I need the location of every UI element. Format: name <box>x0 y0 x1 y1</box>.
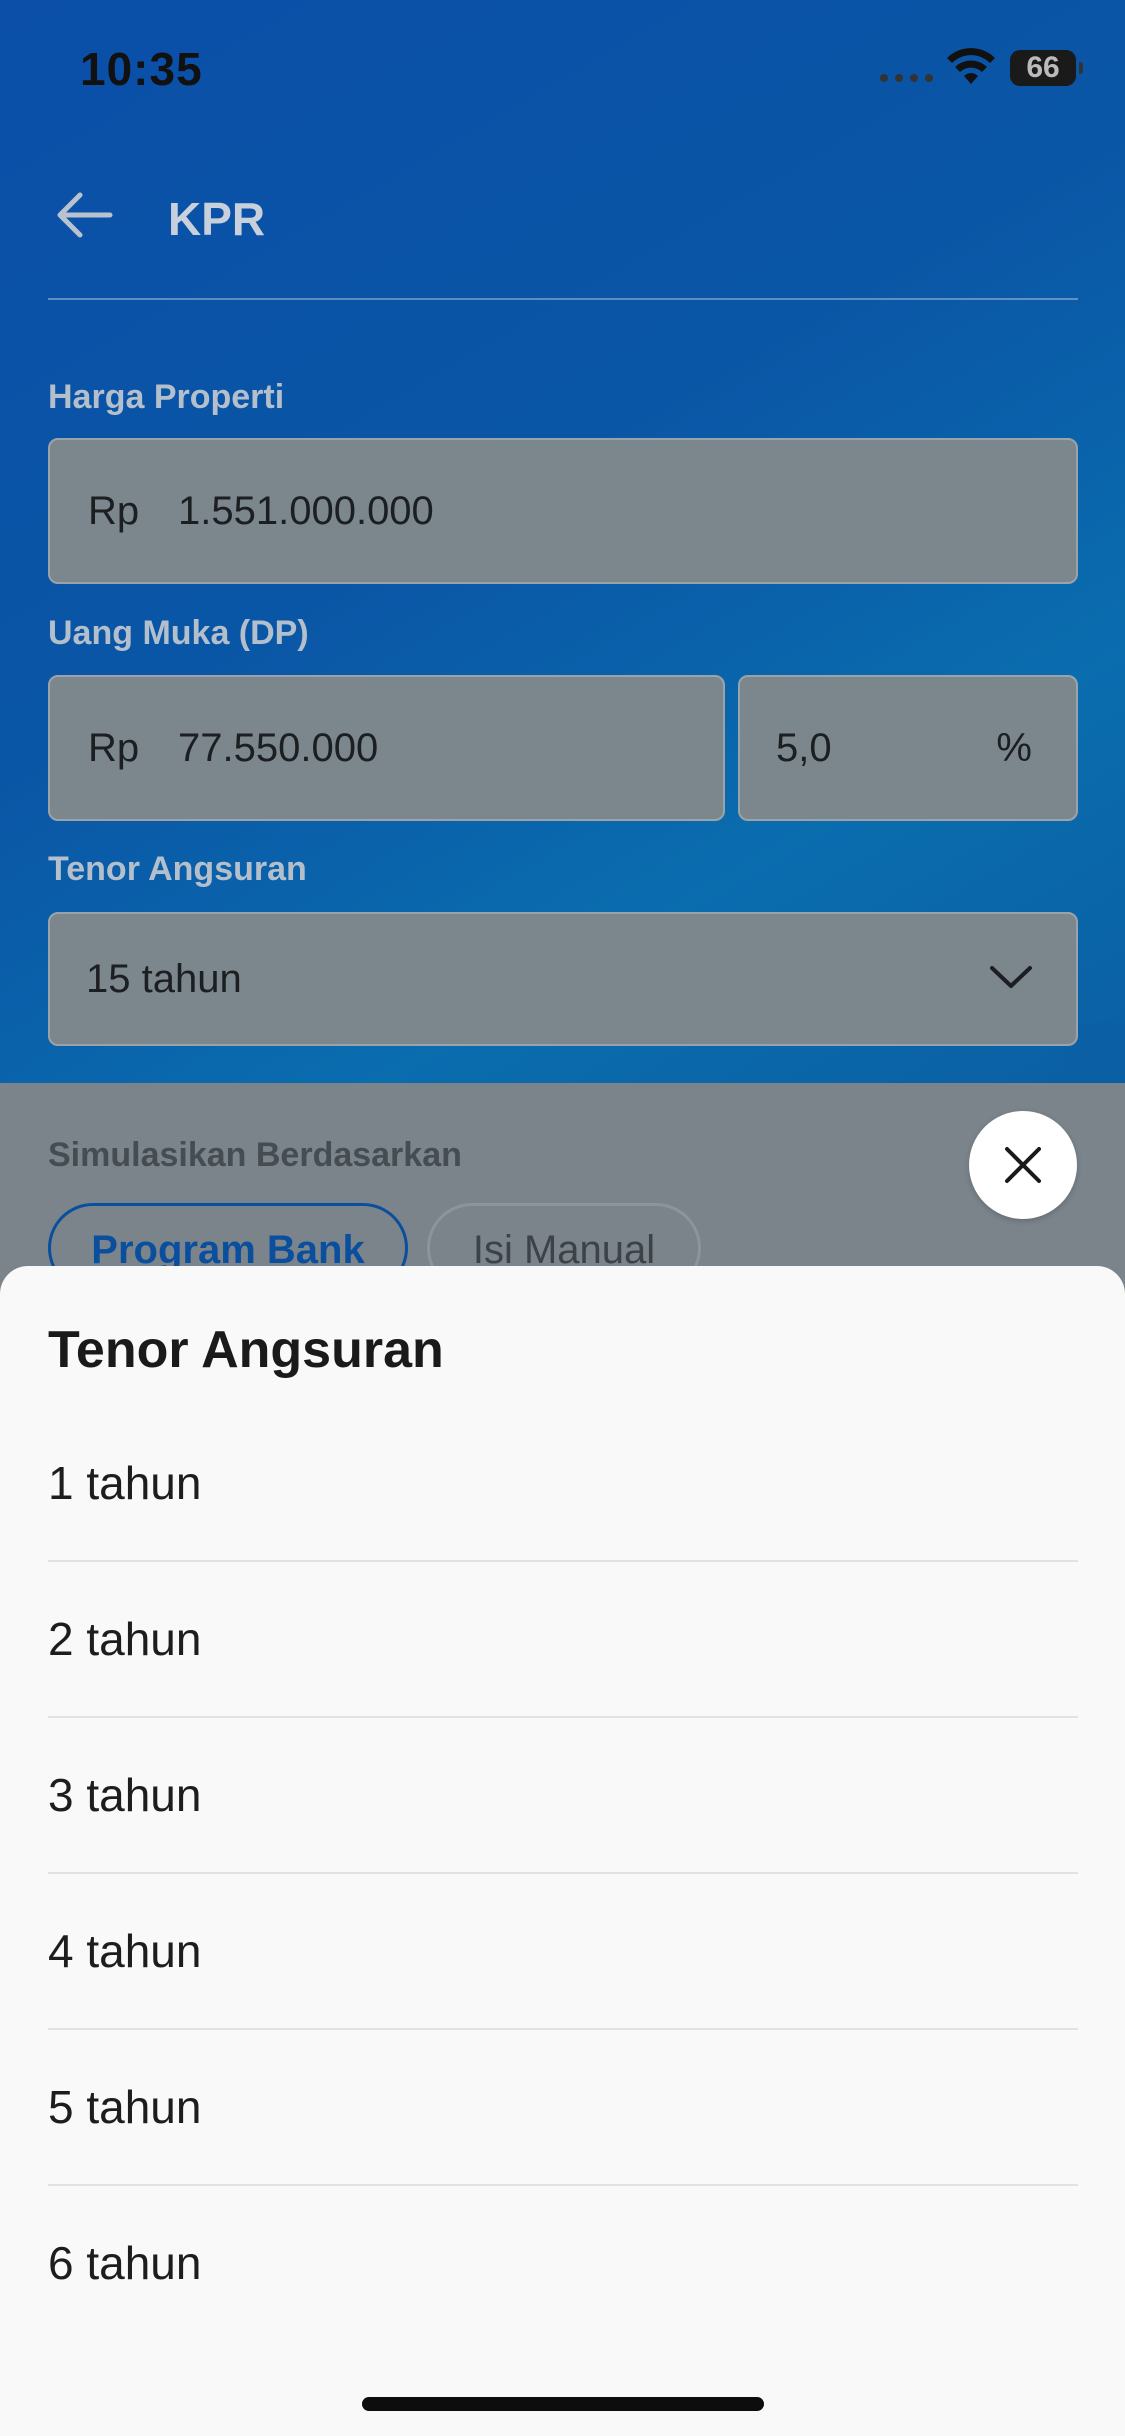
chevron-down-icon <box>990 966 1032 988</box>
uang-muka-percent-input[interactable]: 5,0 % <box>738 675 1078 821</box>
percent-unit: % <box>996 725 1032 770</box>
back-arrow-icon[interactable] <box>54 190 114 240</box>
tenor-select[interactable]: 15 tahun <box>48 912 1078 1046</box>
wifi-icon <box>947 48 995 84</box>
tenor-label: Tenor Angsuran <box>48 850 307 888</box>
status-time: 10:35 <box>80 43 203 95</box>
home-indicator[interactable] <box>362 2397 764 2411</box>
close-sheet-button[interactable] <box>969 1111 1077 1219</box>
tenor-option-1[interactable]: 1 tahun <box>48 1406 1078 1562</box>
status-bar: 10:35 66 <box>0 0 1125 140</box>
page-title: KPR <box>168 193 266 245</box>
close-icon <box>1005 1147 1041 1183</box>
harga-properti-value: 1.551.000.000 <box>178 488 434 533</box>
simulasi-label: Simulasikan Berdasarkan <box>48 1136 462 1174</box>
currency-prefix: Rp <box>88 725 140 770</box>
tenor-option-2[interactable]: 2 tahun <box>48 1562 1078 1718</box>
harga-properti-label: Harga Properti <box>48 378 285 416</box>
harga-properti-input[interactable]: Rp 1.551.000.000 <box>48 438 1078 584</box>
uang-muka-value: 77.550.000 <box>178 725 379 770</box>
tenor-bottom-sheet: Tenor Angsuran 1 tahun 2 tahun 3 tahun 4… <box>0 1266 1125 2436</box>
sheet-title: Tenor Angsuran <box>48 1321 444 1379</box>
currency-prefix: Rp <box>88 488 140 533</box>
tenor-option-5[interactable]: 5 tahun <box>48 2030 1078 2186</box>
uang-muka-label: Uang Muka (DP) <box>48 614 309 652</box>
battery-icon: 66 <box>1010 50 1083 86</box>
tenor-option-4[interactable]: 4 tahun <box>48 1874 1078 2030</box>
signal-icon <box>880 74 933 82</box>
tenor-option-3[interactable]: 3 tahun <box>48 1718 1078 1874</box>
header-divider <box>48 298 1078 300</box>
uang-muka-percent-value: 5,0 <box>776 725 832 770</box>
tenor-selected-value: 15 tahun <box>86 956 242 1001</box>
sheet-footer-mask <box>0 2282 1125 2436</box>
uang-muka-input[interactable]: Rp 77.550.000 <box>48 675 725 821</box>
